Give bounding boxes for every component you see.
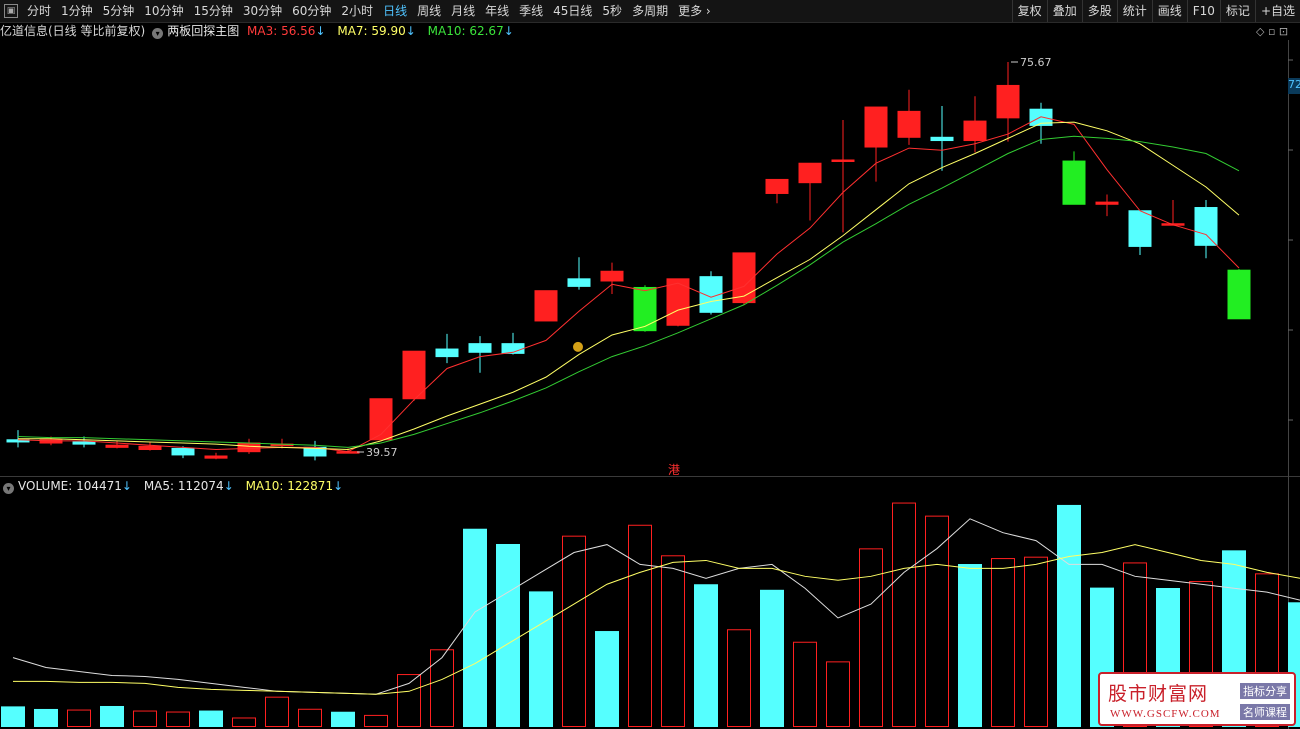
volume-bar: [925, 515, 949, 728]
ma3-line: [17, 116, 1240, 453]
volume-bar: [265, 696, 289, 728]
volume-bar: [727, 629, 751, 727]
candle-body: [138, 445, 162, 451]
candle-body: [897, 110, 921, 138]
volume-bar: [760, 589, 784, 727]
candle-body: [1227, 269, 1251, 320]
volume-bar: [661, 555, 685, 727]
candle-body: [1128, 210, 1152, 247]
candle-body: [204, 455, 228, 459]
kline-chart[interactable]: 75.67 39.57 港: [0, 0, 1300, 729]
volume-bar: [100, 705, 124, 727]
volume-bar: [199, 710, 223, 727]
volume-bar: [562, 535, 586, 728]
volume-bar: [1057, 504, 1081, 727]
low-price-label: 39.57: [366, 446, 398, 459]
watermark-url: WWW.GSCFW.COM: [1110, 708, 1221, 720]
volume-bar: [694, 584, 718, 727]
candle-body: [534, 290, 558, 322]
volume-bar: [793, 641, 817, 728]
watermark-title: 股市财富网: [1108, 683, 1209, 705]
candle-body: [105, 444, 129, 448]
candle-body: [963, 120, 987, 142]
volume-bar: [364, 714, 388, 727]
volume-bar: [1024, 556, 1048, 727]
candle-body: [1062, 160, 1086, 205]
candle-body: [600, 270, 624, 282]
volume-bar: [1, 706, 25, 727]
ma7-line: [18, 121, 1240, 451]
volume-bar: [298, 708, 322, 727]
candle-body: [732, 252, 756, 304]
volume-bar: [397, 674, 421, 728]
candle-body: [765, 178, 789, 194]
volume-bar: [232, 717, 256, 728]
volume-bar: [859, 548, 883, 727]
volume-bar: [991, 558, 1015, 727]
volume-bar: [628, 524, 652, 727]
candle-body: [633, 286, 657, 332]
candle-body: [930, 136, 954, 142]
right-price-tag: 72: [1288, 78, 1300, 94]
volume-bar: [892, 502, 916, 727]
volume-bar: [529, 591, 553, 727]
candle-body: [72, 441, 96, 445]
candle-body: [864, 106, 888, 148]
candle-body: [567, 278, 591, 287]
watermark-tag-share: 指标分享: [1240, 683, 1290, 699]
volume-bar: [463, 528, 487, 727]
money-bag-icon: [573, 341, 583, 352]
volume-bar: [496, 543, 520, 727]
candle-body: [435, 348, 459, 358]
candle-body: [798, 162, 822, 184]
candle-body: [1095, 201, 1119, 205]
volume-bar: [331, 711, 355, 727]
watermark-logo: 股市财富网 WWW.GSCFW.COM 指标分享 名师课程: [1098, 672, 1296, 726]
volume-bar: [67, 709, 91, 727]
candle-body: [1194, 207, 1218, 246]
high-price-label: 75.67: [1020, 56, 1052, 69]
volume-bar: [430, 649, 454, 728]
hk-marker: 港: [668, 463, 680, 477]
candle-body: [171, 447, 195, 456]
candle-body: [402, 350, 426, 400]
candle-body: [831, 159, 855, 162]
volume-bar: [133, 710, 157, 727]
candle-body: [237, 442, 261, 453]
candle-body: [468, 343, 492, 353]
volume-bar: [595, 631, 619, 727]
volume-bar: [34, 708, 58, 727]
watermark-tag-course: 名师课程: [1240, 704, 1290, 720]
candle-body: [666, 278, 690, 326]
volume-bar: [958, 564, 982, 727]
candle-body: [369, 398, 393, 441]
candle-body: [996, 84, 1020, 119]
volume-bar: [826, 661, 850, 727]
volume-bar: [166, 711, 190, 728]
ma10-line: [17, 135, 1240, 448]
